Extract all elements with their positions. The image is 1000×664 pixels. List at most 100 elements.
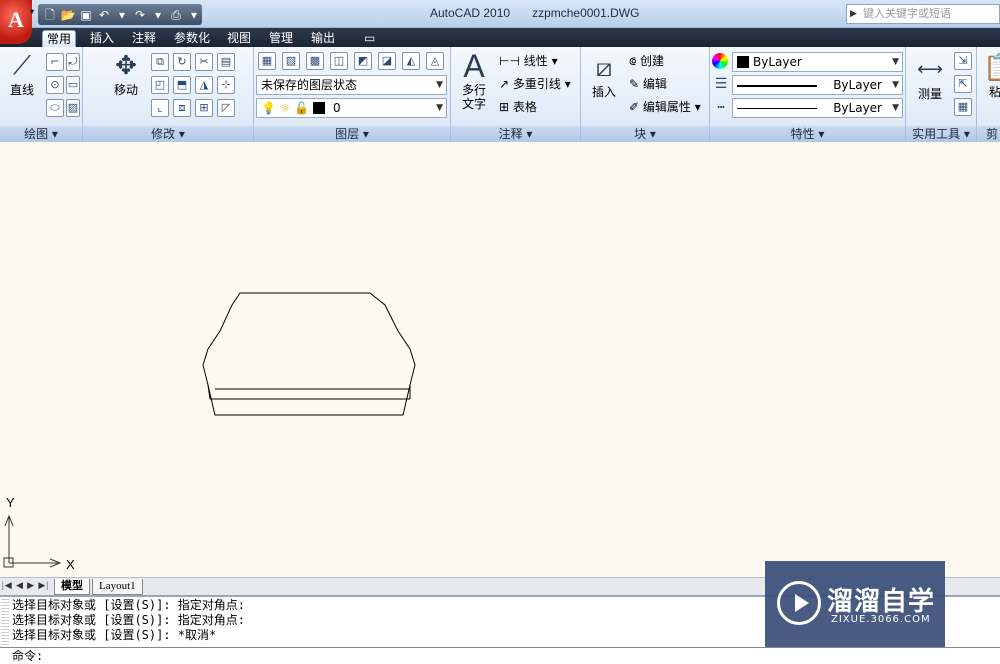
move-label: 移动: [113, 83, 138, 97]
polyline-icon[interactable]: ⌐: [46, 53, 64, 71]
edit-block-icon: ✎: [629, 77, 640, 91]
move-icon: ✥: [115, 51, 137, 81]
tab-minimize-ribbon[interactable]: ▭: [360, 30, 379, 47]
plot-icon[interactable]: ⎙: [168, 7, 184, 23]
lineweight-dropdown[interactable]: ByLayer ▼: [732, 75, 903, 95]
rectangle-icon[interactable]: ▭: [66, 76, 80, 94]
ellipse-icon[interactable]: ⬭: [46, 99, 64, 117]
ucs-y-label: Y: [6, 495, 15, 510]
tab-parametric[interactable]: 参数化: [170, 30, 214, 47]
customize-dropdown-icon[interactable]: ▾: [186, 7, 202, 23]
utilities-panel: ⟷ 测量 ⇲ ⇱ ▦ 实用工具 ▾: [906, 47, 977, 142]
mirror-icon[interactable]: ◮: [195, 76, 213, 94]
table-button[interactable]: ⊞ 表格: [499, 99, 537, 115]
layer-off-icon[interactable]: ◬: [426, 52, 444, 70]
select-similar-icon[interactable]: ⇱: [954, 75, 972, 93]
model-space-drawing: Y X: [3, 292, 416, 572]
scale-icon[interactable]: ⬒: [173, 76, 191, 94]
redo-icon[interactable]: ↷: [132, 7, 148, 23]
save-icon[interactable]: ▣: [78, 7, 94, 23]
utilities-panel-label[interactable]: 实用工具 ▾: [906, 126, 976, 142]
layer-state-dropdown[interactable]: 未保存的图层状态 ▼: [256, 75, 447, 95]
array-icon[interactable]: ⧈: [173, 99, 191, 117]
arc-icon[interactable]: ⤾: [66, 53, 80, 71]
mtext-button[interactable]: A 多行 文字: [457, 50, 491, 111]
insert-block-icon: ⧄: [595, 53, 613, 83]
quick-select-icon[interactable]: ⇲: [954, 52, 972, 70]
new-icon[interactable]: 🗋: [42, 7, 58, 23]
layer-unisolate-icon[interactable]: ◪: [378, 52, 396, 70]
rotate-icon[interactable]: ↻: [173, 53, 191, 71]
autocad-window: A ▾ 🗋 📂 ▣ ↶ ▾ ↷ ▾ ⎙ ▾ AutoCAD 2010 zzpmche…: [0, 0, 1000, 664]
linetype-icon[interactable]: ┅: [712, 99, 730, 117]
layers-panel-label[interactable]: 图层 ▾: [254, 126, 450, 142]
tab-home[interactable]: 常用: [42, 30, 77, 47]
trim-icon[interactable]: ✂: [195, 53, 213, 71]
circle-icon[interactable]: ⊙: [46, 76, 64, 94]
linear-dimension-button[interactable]: ⊢⊣ 线性 ▾: [499, 53, 558, 69]
application-menu-button[interactable]: A ▾: [0, 0, 34, 44]
draw-panel-label[interactable]: 绘图 ▾: [0, 126, 82, 142]
color-value: ByLayer: [753, 55, 802, 69]
clipboard-panel-label[interactable]: 剪: [977, 126, 1000, 142]
color-dropdown[interactable]: ByLayer ▼: [732, 52, 903, 72]
layout-nav-arrows[interactable]: |◀ ◀ ▶ ▶|: [2, 580, 49, 591]
layer-properties-icon[interactable]: ▦: [258, 52, 276, 70]
stretch-icon[interactable]: ◰: [151, 76, 169, 94]
undo-dropdown-icon[interactable]: ▾: [114, 7, 130, 23]
tab-annotate[interactable]: 注释: [128, 30, 160, 47]
open-icon[interactable]: 📂: [60, 7, 76, 23]
calculator-icon[interactable]: ▦: [954, 98, 972, 116]
edit-block-button[interactable]: ✎ 编辑: [629, 76, 667, 92]
color-wheel-icon[interactable]: [712, 53, 728, 69]
block-panel-label[interactable]: 块 ▾: [581, 126, 709, 142]
drawing-area[interactable]: Y X: [0, 143, 1000, 577]
undo-icon[interactable]: ↶: [96, 7, 112, 23]
insert-block-button[interactable]: ⧄ 插入: [587, 53, 621, 99]
offset-icon[interactable]: ⊞: [195, 99, 213, 117]
properties-panel-label[interactable]: 特性 ▾: [710, 126, 905, 142]
measure-button[interactable]: ⟷ 测量: [912, 55, 948, 101]
create-block-button[interactable]: ⟃ 创建: [629, 53, 664, 69]
current-layer-dropdown[interactable]: 💡 ☼ 🔓 0 ▼: [256, 98, 447, 118]
tab-output[interactable]: 输出: [307, 30, 339, 47]
linetype-dropdown[interactable]: ByLayer ▼: [732, 98, 903, 118]
command-history-line: 选择目标对象或 [设置(S)]: 指定对角点:: [12, 613, 246, 627]
chamfer-icon[interactable]: ◸: [217, 99, 235, 117]
modify-panel-label[interactable]: 修改 ▾: [83, 126, 253, 142]
search-input[interactable]: ▶ 键入关键字或短语: [846, 4, 1000, 24]
redo-dropdown-icon[interactable]: ▾: [150, 7, 166, 23]
tab-manage[interactable]: 管理: [265, 30, 297, 47]
line-button[interactable]: ⟋ 直线: [4, 51, 40, 97]
layer-color-swatch: [313, 102, 326, 114]
app-name: AutoCAD 2010: [430, 6, 511, 20]
multileader-button[interactable]: ↗ 多重引线 ▾: [499, 76, 571, 92]
linear-dimension-icon: ⊢⊣: [499, 54, 520, 68]
lineweight-icon[interactable]: ☰: [712, 76, 730, 94]
layer-match-icon[interactable]: ▩: [306, 52, 324, 70]
command-history-line: 选择目标对象或 [设置(S)]: *取消*: [12, 628, 217, 642]
tab-view[interactable]: 视图: [223, 30, 255, 47]
layer-isolate-icon[interactable]: ◩: [354, 52, 372, 70]
edit-attributes-button[interactable]: ✐ 编辑属性 ▾: [629, 99, 701, 115]
tab-insert[interactable]: 插入: [86, 30, 118, 47]
command-prompt: 命令:: [12, 649, 44, 663]
explode-icon[interactable]: ⊹: [217, 76, 235, 94]
copy-icon[interactable]: ⧉: [151, 53, 169, 71]
fillet-icon[interactable]: ⌞: [151, 99, 169, 117]
layer-make-current-icon[interactable]: ▧: [282, 52, 300, 70]
erase-icon[interactable]: ▤: [217, 53, 235, 71]
tab-layout1[interactable]: Layout1: [92, 579, 143, 595]
layer-previous-icon[interactable]: ◫: [330, 52, 348, 70]
command-input[interactable]: 命令:: [0, 647, 1000, 664]
create-label: 创建: [640, 54, 665, 68]
annotation-panel-label[interactable]: 注释 ▾: [451, 126, 580, 142]
layer-freeze-icon[interactable]: ◭: [402, 52, 420, 70]
move-button[interactable]: ✥ 移动: [107, 51, 145, 97]
command-window-grip[interactable]: [1, 599, 9, 645]
paste-button[interactable]: 📋 粘: [983, 53, 1000, 99]
command-history-line: 选择目标对象或 [设置(S)]: 指定对角点:: [12, 598, 246, 612]
tab-model[interactable]: 模型: [54, 579, 90, 595]
current-layer-value: 0: [332, 101, 341, 115]
hatch-icon[interactable]: ▨: [66, 99, 80, 117]
